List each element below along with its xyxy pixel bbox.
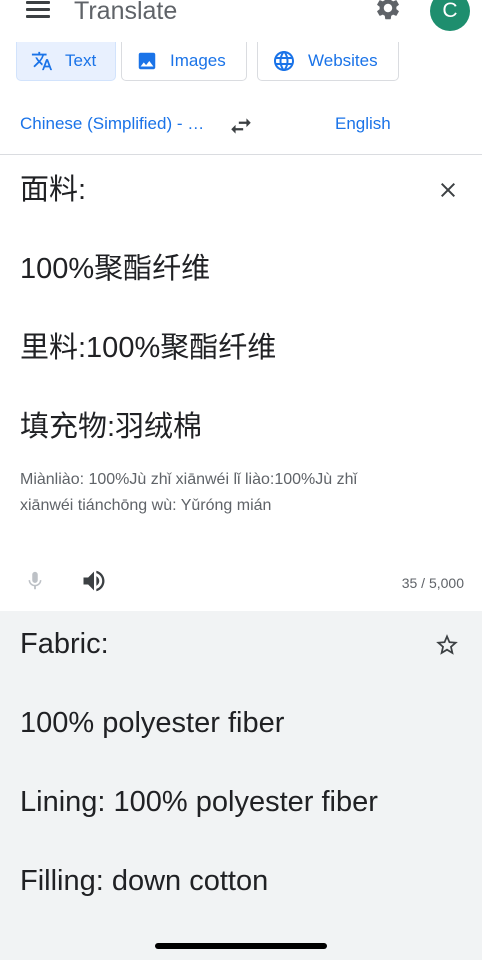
translation-line: 100% polyester fiber [20,707,285,739]
tab-text-label: Text [65,51,97,70]
avatar[interactable]: C [430,0,470,31]
character-count: 35 / 5,000 [401,575,464,591]
mode-tabs: Text Images Websites [0,42,482,84]
source-language-button[interactable]: Chinese (Simplified) - … [20,114,204,134]
star-icon[interactable] [434,632,460,658]
globe-icon [274,51,294,71]
source-line: 里料:100%聚酯纤维 [20,332,277,364]
divider [0,154,482,155]
source-line: 填充物:羽绒棉 [20,411,203,443]
language-bar: Chinese (Simplified) - … English [0,100,482,150]
translation-line: Lining: 100% polyester fiber [20,786,378,818]
romanization-text: Miànliào: 100%Jù zhǐ xiānwéi lǐ liào:100… [20,471,358,514]
tab-websites-label: Websites [308,51,378,70]
translation-line: Fabric: [20,628,109,660]
source-line: 100%聚酯纤维 [20,253,211,285]
home-indicator [155,943,327,949]
swap-languages-icon[interactable] [228,113,254,139]
speaker-icon[interactable] [80,567,108,595]
menu-icon[interactable] [26,0,52,22]
tab-text[interactable]: Text [16,42,116,81]
tab-images-label: Images [170,51,226,70]
app-bar: Translate C [0,0,482,44]
microphone-icon[interactable] [24,568,46,594]
target-language-button[interactable]: English [335,114,391,134]
tab-images[interactable]: Images [121,42,247,81]
translation-line: Filling: down cotton [20,865,269,897]
translate-icon [31,51,53,71]
source-line: 面料: [20,174,87,206]
gear-icon[interactable] [374,0,402,22]
close-icon[interactable] [436,178,460,202]
image-icon [138,52,156,70]
app-title: Translate [74,0,178,25]
tab-websites[interactable]: Websites [257,42,399,81]
